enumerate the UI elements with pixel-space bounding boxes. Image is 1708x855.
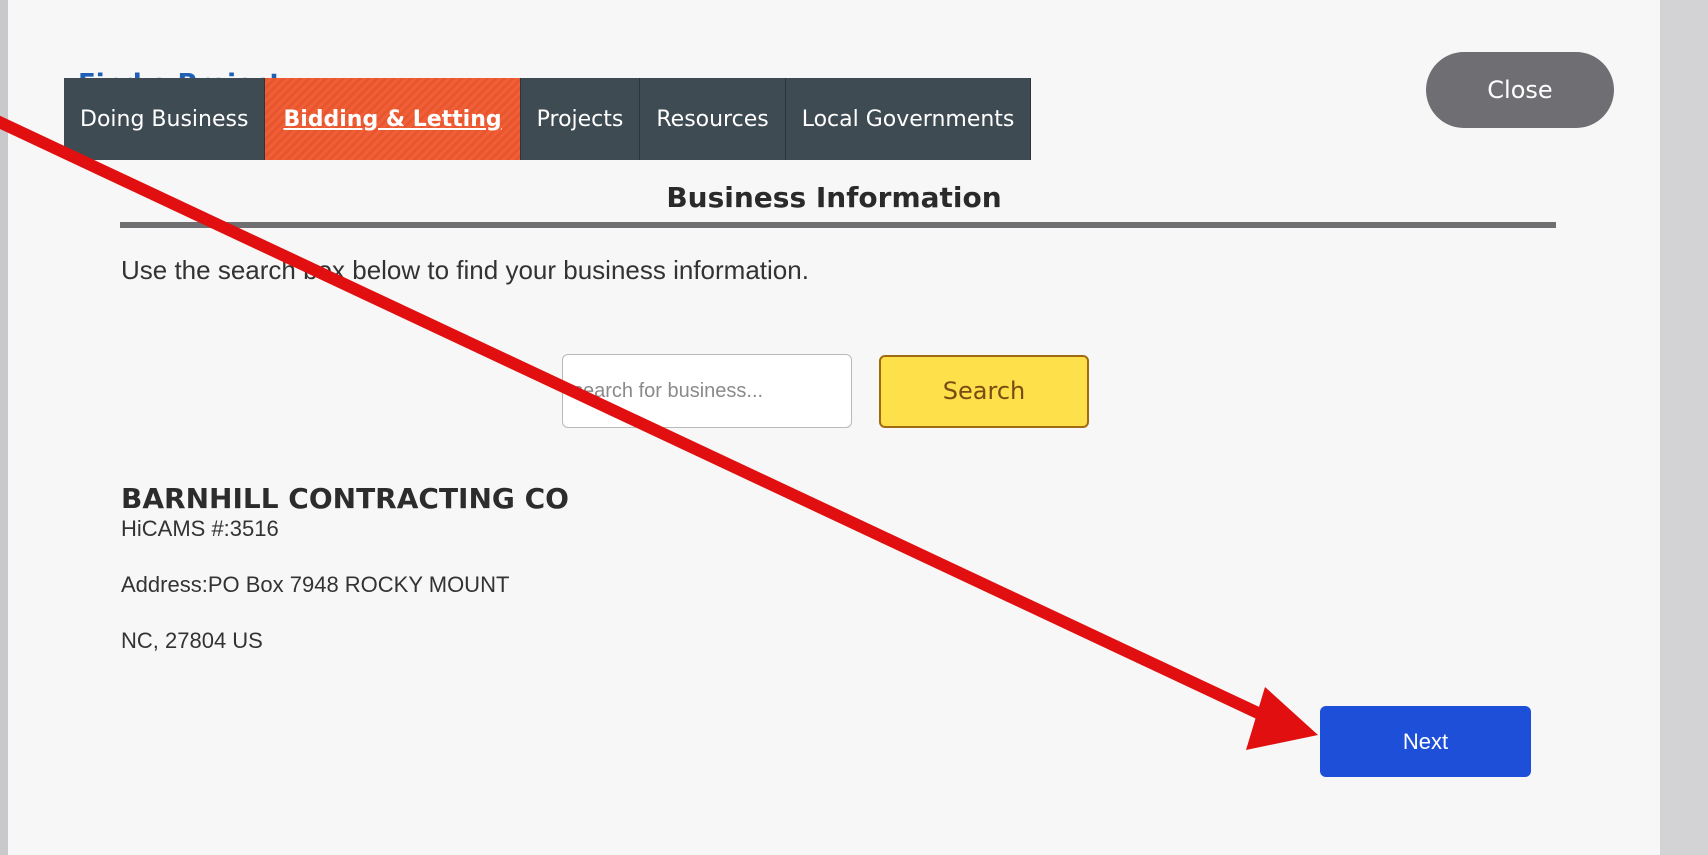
nav-doing-business[interactable]: Doing Business [64, 78, 266, 160]
nav-local-governments[interactable]: Local Governments [786, 78, 1032, 160]
title-divider [120, 222, 1556, 228]
page-title: Business Information [666, 181, 1002, 214]
page-scrollbar-area [1660, 0, 1708, 855]
main-nav: Doing Business Bidding & Letting Project… [64, 78, 1032, 160]
next-button[interactable]: Next [1320, 706, 1531, 777]
business-name: BARNHILL CONTRACTING CO [121, 482, 569, 515]
business-location: NC, 27804 US [121, 628, 263, 653]
nav-bidding-letting[interactable]: Bidding & Letting [265, 78, 521, 160]
business-hicams: HiCAMS #:3516 [121, 516, 279, 541]
close-button[interactable]: Close [1426, 52, 1614, 128]
nav-projects[interactable]: Projects [521, 78, 641, 160]
nav-resources[interactable]: Resources [640, 78, 786, 160]
search-button[interactable]: Search [879, 355, 1089, 428]
business-address: Address:PO Box 7948 ROCKY MOUNT [121, 572, 510, 597]
search-input[interactable] [562, 354, 852, 428]
instructions-text: Use the search box below to find your bu… [121, 255, 809, 285]
left-edge [0, 0, 8, 855]
